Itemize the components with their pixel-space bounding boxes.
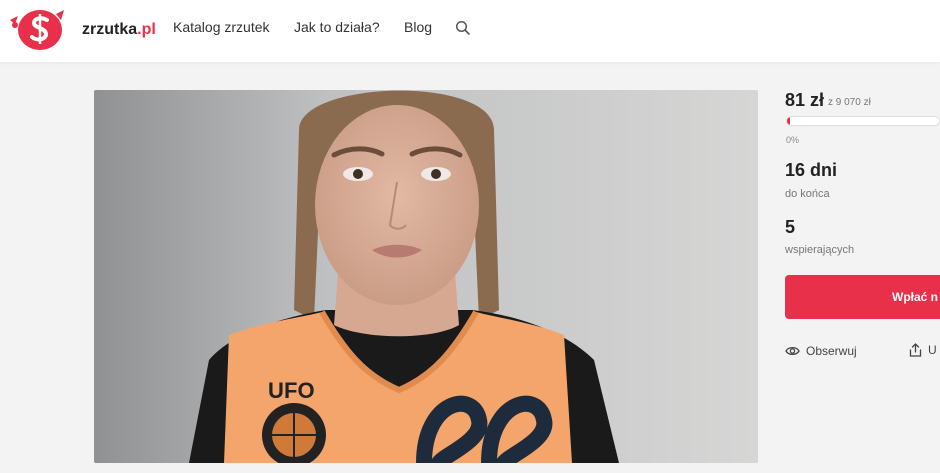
share-icon: [909, 343, 922, 357]
supporters-label: wspierających: [785, 244, 855, 256]
svg-text:U: U: [268, 378, 284, 403]
goal-amount: z 9 070 zł: [828, 97, 871, 108]
progress-percent: 0%: [786, 135, 800, 145]
progress-bar: [786, 116, 940, 126]
pay-button[interactable]: Wpłać n: [785, 275, 940, 319]
days-left-label: do końca: [785, 188, 830, 200]
campaign-photo: U FO: [94, 90, 758, 463]
collected-amount: 81 zł: [785, 90, 825, 110]
nav-catalog[interactable]: Katalog zrzutek: [173, 19, 270, 35]
svg-text:FO: FO: [284, 378, 315, 403]
logo-wordmark: zrzutka.pl: [82, 21, 156, 38]
piggy-bank-logo-icon: [10, 10, 64, 50]
share-button[interactable]: U: [909, 341, 937, 359]
logo[interactable]: zrzutka.pl: [6, 4, 156, 54]
eye-icon: [785, 346, 800, 356]
supporters-count: 5: [785, 217, 796, 237]
observe-button[interactable]: Obserwuj: [785, 342, 857, 360]
observe-label: Obserwuj: [806, 344, 857, 358]
top-header: zrzutka.pl Katalog zrzutek Jak to działa…: [0, 0, 940, 62]
campaign-photo-image: U FO: [94, 90, 758, 463]
nav-blog[interactable]: Blog: [404, 19, 432, 35]
progress-bar-fill: [787, 117, 790, 125]
share-label: U: [928, 343, 937, 357]
days-left: 16 dni: [785, 160, 838, 180]
nav-how-it-works[interactable]: Jak to działa?: [294, 19, 380, 35]
search-icon[interactable]: [455, 20, 471, 36]
